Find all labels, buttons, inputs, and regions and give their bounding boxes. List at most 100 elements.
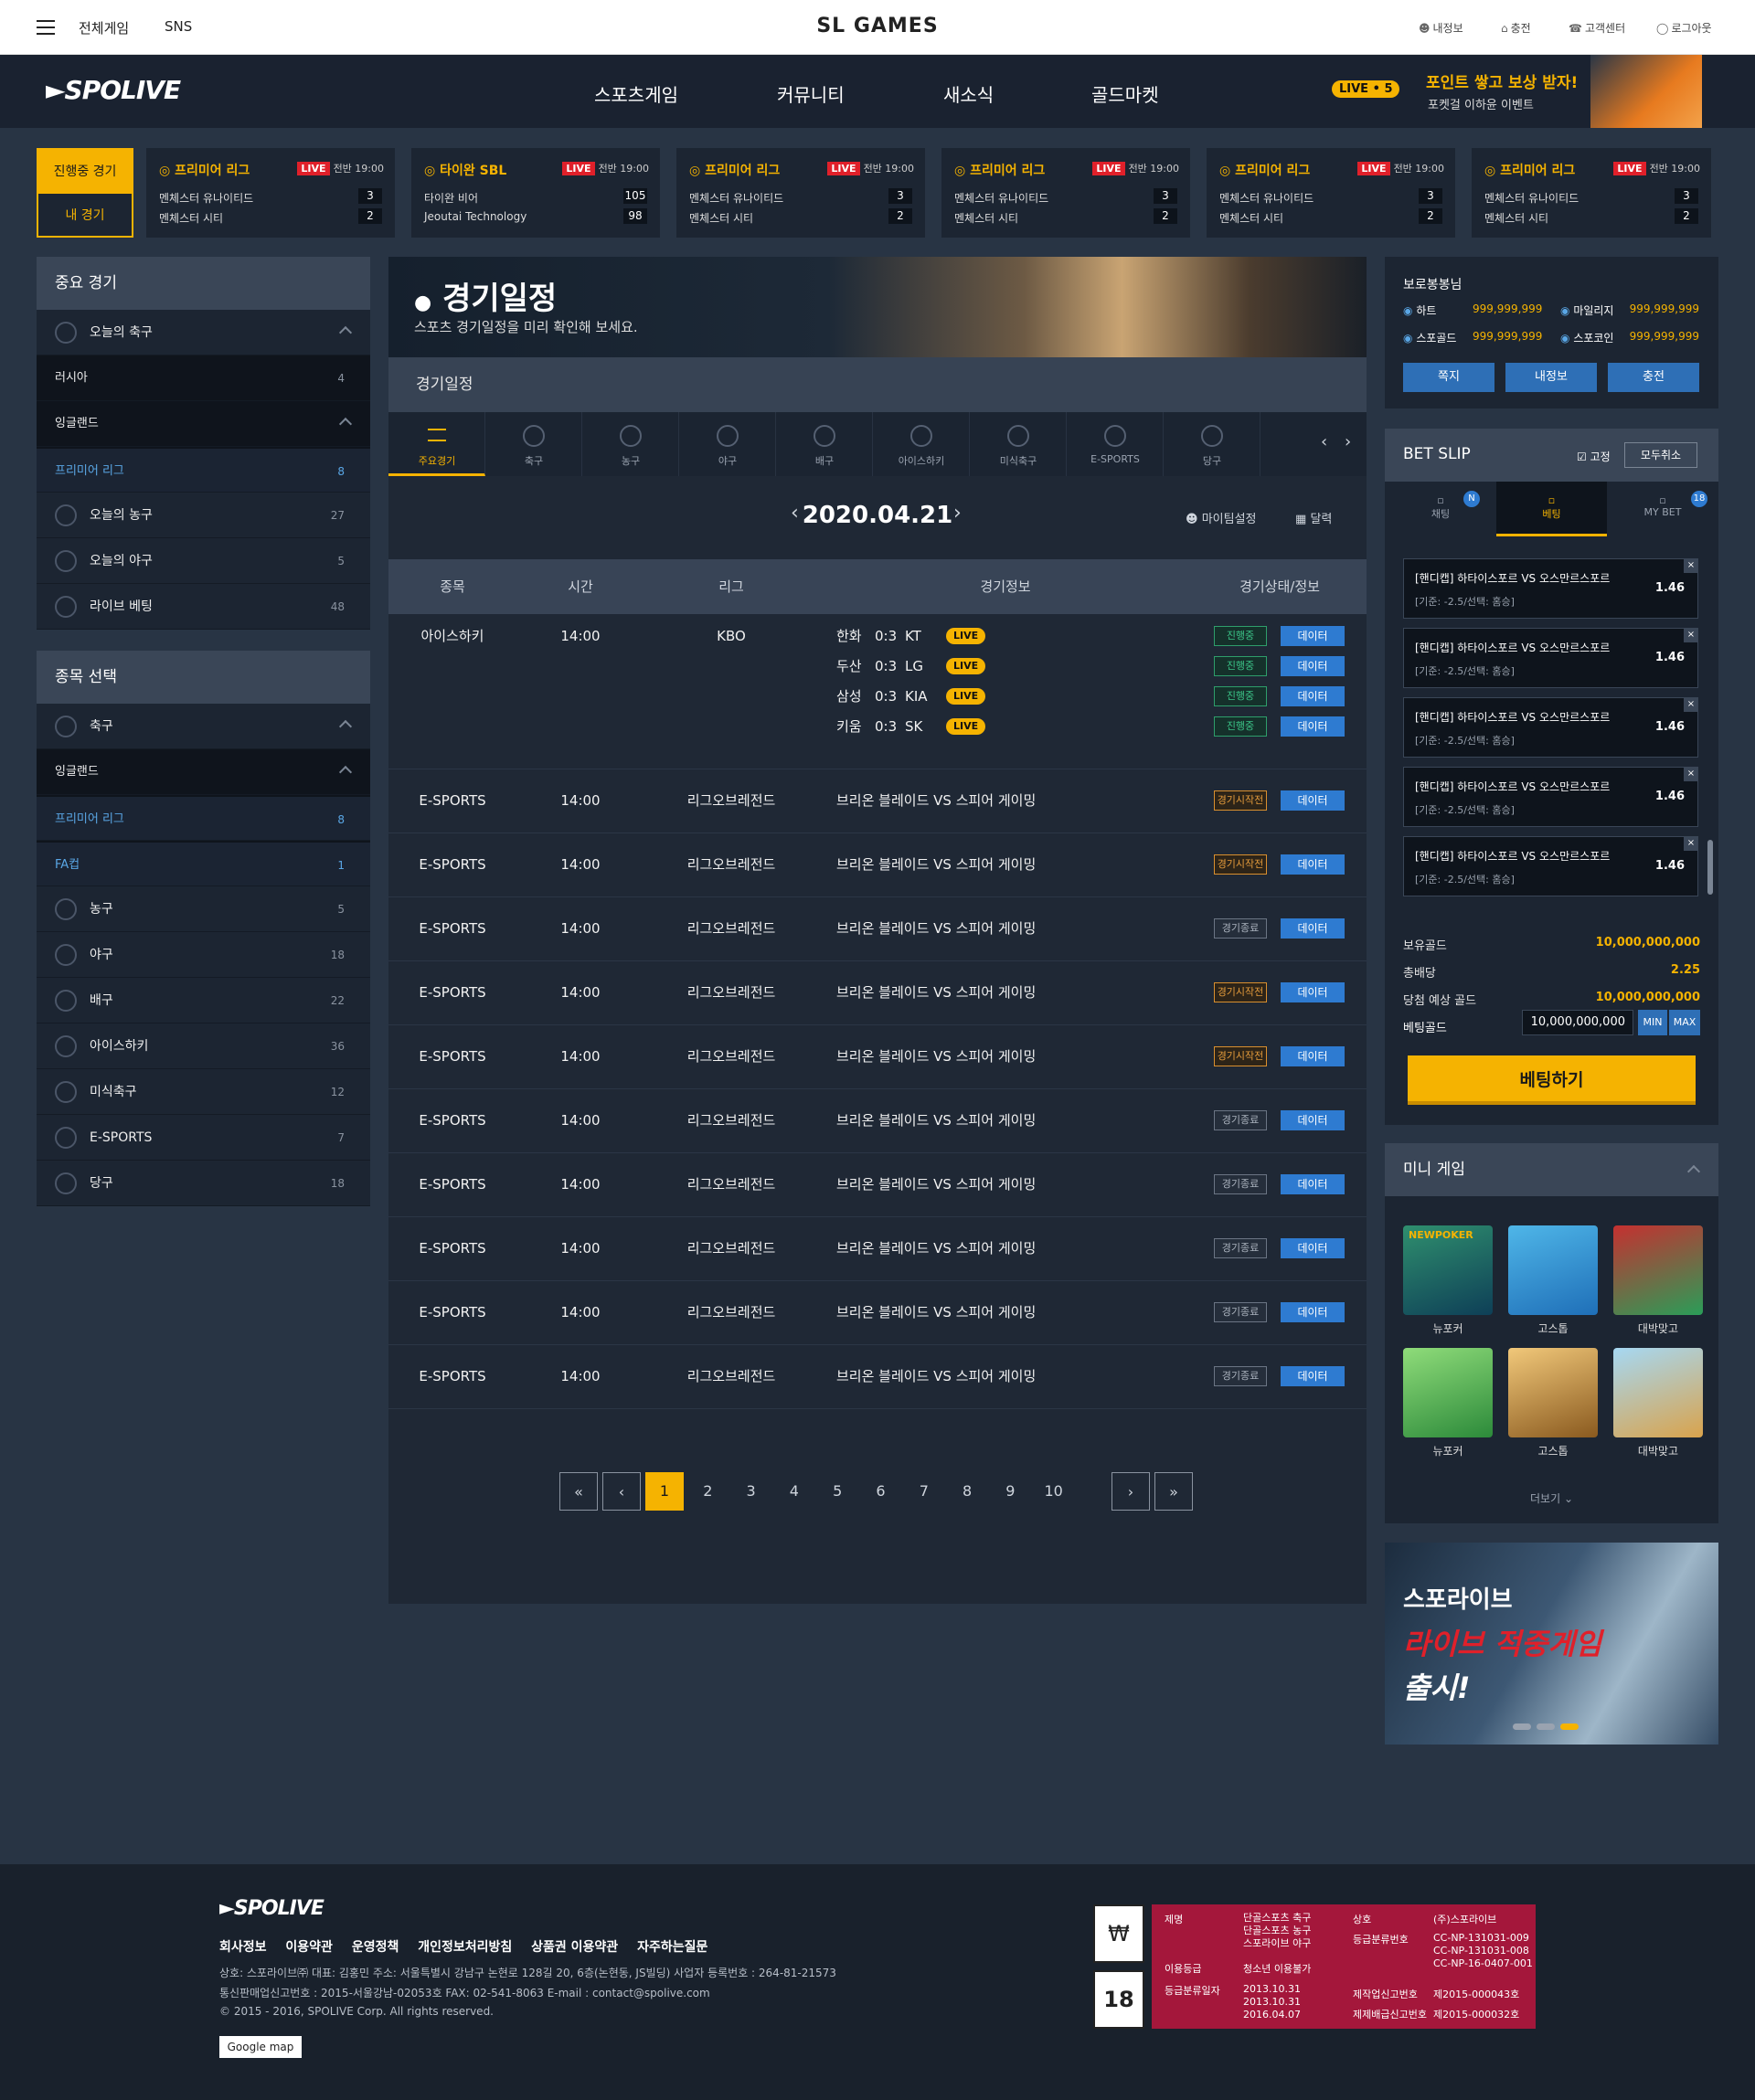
- place-bet-button[interactable]: 베팅하기: [1408, 1055, 1696, 1105]
- message-button[interactable]: 쪽지: [1403, 363, 1494, 392]
- mini-game-tile[interactable]: 대박맞고: [1613, 1225, 1703, 1336]
- data-button[interactable]: 데이터: [1281, 1046, 1345, 1066]
- close-icon[interactable]: ×: [1684, 628, 1698, 642]
- live-badge[interactable]: LIVE: [946, 628, 986, 644]
- sidebar-item[interactable]: 아이스하키 36: [37, 1023, 370, 1069]
- spolive-logo[interactable]: ►SPOLIVE: [46, 75, 181, 105]
- live-match-card[interactable]: ◎ 타이완 SBL LIVE 전반 19:00 타이완 비어 105 Jeoutai Te…: [411, 148, 660, 238]
- data-button[interactable]: 데이터: [1281, 1174, 1345, 1194]
- tabs-prev-arrow[interactable]: ‹: [1321, 432, 1327, 451]
- bet-slip-item[interactable]: [핸디캡] 하타이스포르 VS 오스만르스포르 [기준: -2.5/선택: 홈승]…: [1403, 836, 1698, 896]
- page-number[interactable]: 5: [818, 1472, 856, 1511]
- page-number[interactable]: 9: [991, 1472, 1029, 1511]
- page-number[interactable]: 8: [948, 1472, 986, 1511]
- more-games-link[interactable]: 더보기 ⌄: [1385, 1490, 1718, 1506]
- footer-link-policy[interactable]: 운영정책: [352, 1940, 399, 1955]
- max-button[interactable]: MAX: [1669, 1010, 1700, 1035]
- live-match-card[interactable]: ◎ 프리미어 리그 LIVE 전반 19:00 멘체스터 유나이티드 3 멘체스터 시티 2: [146, 148, 395, 238]
- live-count-badge[interactable]: LIVE • 5: [1332, 80, 1400, 98]
- last-page-button[interactable]: »: [1154, 1472, 1193, 1511]
- page-number[interactable]: 4: [775, 1472, 814, 1511]
- data-button[interactable]: 데이터: [1281, 1110, 1345, 1130]
- live-game-ad-banner[interactable]: 스포라이브 라이브 적중게임 출시!: [1385, 1543, 1718, 1745]
- fix-checkbox[interactable]: ☑ 고정: [1577, 449, 1611, 464]
- footer-link-voucher[interactable]: 상품권 이용약관: [531, 1940, 618, 1955]
- carousel-dot-3[interactable]: [1560, 1723, 1579, 1730]
- chevron-up-icon[interactable]: [338, 325, 353, 340]
- row-game-info[interactable]: 브리온 블레이드 VS 스피어 게이밍: [836, 1281, 1036, 1344]
- mini-game-tile[interactable]: NEWPOKER 뉴포커: [1403, 1225, 1493, 1336]
- sport-tab[interactable]: 당구: [1164, 412, 1260, 476]
- row-game-info[interactable]: 브리온 블레이드 VS 스피어 게이밍: [836, 833, 1036, 896]
- live-badge[interactable]: LIVE: [946, 658, 986, 674]
- nav-sports-game[interactable]: 스포츠게임: [594, 80, 678, 107]
- my-team-settings[interactable]: ☻ 마이팀설정: [1186, 509, 1257, 526]
- row-game-info[interactable]: 브리온 블레이드 VS 스피어 게이밍: [836, 1153, 1036, 1216]
- sidebar-item[interactable]: 오늘의 축구: [37, 310, 370, 355]
- nav-community[interactable]: 커뮤니티: [777, 80, 845, 107]
- data-button[interactable]: 데이터: [1281, 854, 1345, 875]
- data-button[interactable]: 데이터: [1281, 790, 1345, 811]
- date-next-arrow[interactable]: ›: [953, 502, 962, 525]
- data-button[interactable]: 데이터: [1281, 982, 1345, 1002]
- promo-model-image[interactable]: [1590, 55, 1702, 128]
- my-info-button[interactable]: 내정보: [1505, 363, 1597, 392]
- page-number[interactable]: 10: [1035, 1472, 1073, 1511]
- row-game-info[interactable]: 브리온 블레이드 VS 스피어 게이밍: [836, 1025, 1036, 1088]
- google-map-button[interactable]: Google map: [219, 2036, 302, 2058]
- carousel-dot-2[interactable]: [1537, 1723, 1555, 1730]
- sidebar-item[interactable]: 라이브 베팅 48: [37, 584, 370, 630]
- row-game-info[interactable]: 브리온 블레이드 VS 스피어 게이밍: [836, 897, 1036, 960]
- sport-tab[interactable]: 배구: [776, 412, 873, 476]
- row-game-info[interactable]: 브리온 블레이드 VS 스피어 게이밍: [836, 1217, 1036, 1280]
- sport-tab[interactable]: 테니: [1260, 412, 1297, 476]
- sidebar-item[interactable]: 러시아 4: [37, 355, 370, 401]
- close-icon[interactable]: ×: [1684, 836, 1698, 851]
- sidebar-item[interactable]: 농구 5: [37, 886, 370, 932]
- bet-slip-item[interactable]: [핸디캡] 하타이스포르 VS 오스만르스포르 [기준: -2.5/선택: 홈승]…: [1403, 767, 1698, 827]
- my-info-link[interactable]: ☻ 내정보: [1419, 20, 1463, 36]
- bet-slip-scrollbar[interactable]: [1707, 840, 1713, 895]
- chevron-up-icon[interactable]: [338, 417, 353, 431]
- chevron-up-icon[interactable]: [338, 719, 353, 734]
- page-number[interactable]: 3: [732, 1472, 771, 1511]
- sidebar-item[interactable]: 프리미어 리그 8: [37, 447, 370, 493]
- cancel-all-button[interactable]: 모두취소: [1624, 442, 1697, 468]
- sidebar-item[interactable]: 오늘의 야구 5: [37, 538, 370, 584]
- carousel-dot-1[interactable]: [1513, 1723, 1531, 1730]
- page-number[interactable]: 2: [688, 1472, 727, 1511]
- sidebar-item[interactable]: 잉글랜드: [37, 401, 370, 447]
- sidebar-item[interactable]: 야구 18: [37, 932, 370, 978]
- live-match-card[interactable]: ◎ 프리미어 리그 LIVE 전반 19:00 멘체스터 유나이티드 3 멘체스터 시티 2: [676, 148, 925, 238]
- footer-link-terms[interactable]: 이용약관: [285, 1940, 333, 1955]
- live-match-card[interactable]: ◎ 프리미어 리그 LIVE 전반 19:00 멘체스터 유나이티드 3 멘체스터 시티 2: [941, 148, 1190, 238]
- logout-link[interactable]: ◯ 로그아웃: [1656, 20, 1712, 36]
- sidebar-item[interactable]: 프리미어 리그 8: [37, 795, 370, 841]
- mini-game-tile[interactable]: 고스톱: [1508, 1225, 1598, 1336]
- close-icon[interactable]: ×: [1684, 558, 1698, 573]
- footer-link-privacy[interactable]: 개인정보처리방침: [418, 1940, 512, 1955]
- prev-page-button[interactable]: ‹: [602, 1472, 641, 1511]
- sport-tab[interactable]: 미식축구: [970, 412, 1067, 476]
- tab-chat[interactable]: ▫ 채팅 N: [1385, 482, 1496, 536]
- sport-tab[interactable]: E-SPORTS: [1067, 412, 1164, 476]
- bet-slip-item[interactable]: [핸디캡] 하타이스포르 VS 오스만르스포르 [기준: -2.5/선택: 홈승]…: [1403, 558, 1698, 619]
- sidebar-item[interactable]: E-SPORTS 7: [37, 1115, 370, 1161]
- sidebar-item[interactable]: 미식축구 12: [37, 1069, 370, 1115]
- close-icon[interactable]: ×: [1684, 767, 1698, 781]
- charge-link[interactable]: ⌂ 충전: [1501, 20, 1531, 36]
- live-match-card[interactable]: ◎ 프리미어 리그 LIVE 전반 19:00 멘체스터 유나이티드 3 멘체스터 시티 2: [1207, 148, 1455, 238]
- bet-slip-item[interactable]: [핸디캡] 하타이스포르 VS 오스만르스포르 [기준: -2.5/선택: 홈승]…: [1403, 628, 1698, 688]
- tabs-next-arrow[interactable]: ›: [1345, 432, 1351, 451]
- footer-link-company[interactable]: 회사정보: [219, 1940, 267, 1955]
- footer-link-faq[interactable]: 자주하는질문: [637, 1940, 707, 1955]
- page-number[interactable]: 6: [862, 1472, 900, 1511]
- data-button[interactable]: 데이터: [1281, 918, 1345, 939]
- next-page-button[interactable]: ›: [1112, 1472, 1150, 1511]
- sport-tab[interactable]: 야구: [679, 412, 776, 476]
- data-button[interactable]: 데이터: [1281, 716, 1345, 737]
- promo-title[interactable]: 포인트 쌓고 보상 받자!: [1426, 69, 1578, 92]
- live-badge[interactable]: LIVE: [946, 688, 986, 705]
- calendar-button[interactable]: ▦ 달력: [1295, 509, 1332, 526]
- sport-tab[interactable]: 축구: [485, 412, 582, 476]
